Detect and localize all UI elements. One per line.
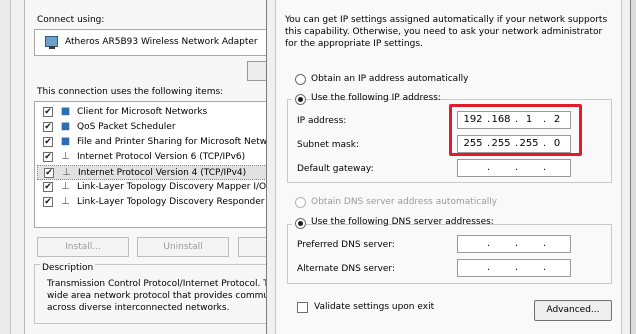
intro-text-line: for the appropriate IP settings. [285,39,423,49]
obtain-ip-auto-radio[interactable] [295,74,306,85]
adapter-name: Atheros AR5B93 Wireless Network Adapter [65,37,258,47]
obtain-ip-auto-label: Obtain an IP address automatically [311,74,469,84]
item-checkbox[interactable]: ✔ [43,182,53,192]
item-label: Link-Layer Topology Discovery Mapper I/O [77,182,267,192]
list-item[interactable]: ✔ ■ File and Printer Sharing for Microso… [39,135,282,150]
alternate-dns-label: Alternate DNS server: [297,264,396,274]
list-item[interactable]: ✔ ⊥ Link-Layer Topology Discovery Respon… [39,195,282,210]
item-checkbox[interactable]: ✔ [43,152,53,162]
validate-settings-label: Validate settings upon exit [314,302,435,312]
preferred-dns-label: Preferred DNS server: [297,240,395,250]
list-item[interactable]: ✔ ⊥ Internet Protocol Version 6 (TCP/IPv… [39,150,282,165]
alternate-dns-field[interactable]: . . . [457,259,571,277]
use-following-ip-legend: Use the following IP address: [292,92,441,106]
ip-highlight-annotation [449,104,582,156]
uninstall-button[interactable]: Uninstall [137,237,229,257]
install-button[interactable]: Install... [37,237,129,257]
items-label: This connection uses the following items… [37,87,224,97]
preferred-dns-field[interactable]: . . . [457,235,571,253]
network-adapter-icon [45,36,58,49]
item-checkbox[interactable]: ✔ [43,107,53,117]
item-label: Client for Microsoft Networks [77,107,208,117]
use-following-ip-label: Use the following IP address: [311,93,441,103]
adapter-box: Atheros AR5B93 Wireless Network Adapter [34,29,283,56]
item-label: Internet Protocol Version 4 (TCP/IPv4) [78,168,247,178]
list-item[interactable]: ✔ ■ QoS Packet Scheduler [39,120,282,135]
description-text-line: across diverse interconnected networks. [47,303,230,313]
list-item[interactable]: ✔ ■ Client for Microsoft Networks [39,105,282,120]
item-checkbox[interactable]: ✔ [44,168,54,178]
ip-address-label: IP address: [297,116,347,126]
validate-settings-checkbox[interactable] [297,302,308,313]
background-window-edge [631,0,636,334]
list-item-selected[interactable]: ✔ ⊥ Internet Protocol Version 4 (TCP/IPv… [37,165,282,180]
protocol-icon: ⊥ [61,196,70,207]
subnet-mask-label: Subnet mask: [297,140,359,150]
item-checkbox[interactable]: ✔ [43,137,53,147]
use-following-dns-label: Use the following DNS server addresses: [311,217,494,227]
protocol-icon: ⊥ [61,151,70,162]
item-checkbox[interactable]: ✔ [43,122,53,132]
item-label: Link-Layer Topology Discovery Responder [77,197,265,207]
advanced-button[interactable]: Advanced... [534,300,612,321]
item-label: QoS Packet Scheduler [77,122,176,132]
protocol-icon: ⊥ [62,167,71,178]
item-label: File and Printer Sharing for Microsoft N… [77,137,273,147]
description-legend: Description [40,263,96,273]
intro-text-line: You can get IP settings assigned automat… [285,15,608,25]
list-item[interactable]: ✔ ⊥ Link-Layer Topology Discovery Mapper… [39,180,282,195]
network-client-icon: ■ [60,106,71,117]
service-icon: ■ [60,121,71,132]
obtain-dns-auto-radio[interactable] [295,197,306,208]
default-gateway-label: Default gateway: [297,164,374,174]
protocol-icon: ⊥ [61,181,70,192]
connect-using-label: Connect using: [37,15,105,25]
use-following-dns-legend: Use the following DNS server addresses: [292,216,494,230]
description-text-line: Transmission Control Protocol/Internet P… [47,279,269,289]
window-edge [0,0,11,334]
intro-text-line: this capability. Otherwise, you need to … [285,27,603,37]
item-checkbox[interactable]: ✔ [43,197,53,207]
service-icon: ■ [60,136,71,147]
default-gateway-field[interactable]: . . . [457,159,571,177]
description-text-line: wide area network protocol that provides… [47,291,275,301]
item-label: Internet Protocol Version 6 (TCP/IPv6) [77,152,246,162]
use-following-dns-radio[interactable] [295,218,306,229]
use-following-ip-radio[interactable] [295,94,306,105]
connection-items-list[interactable]: ✔ ■ Client for Microsoft Networks ✔ ■ Qo… [34,101,283,228]
obtain-dns-auto-label: Obtain DNS server address automatically [311,197,498,207]
